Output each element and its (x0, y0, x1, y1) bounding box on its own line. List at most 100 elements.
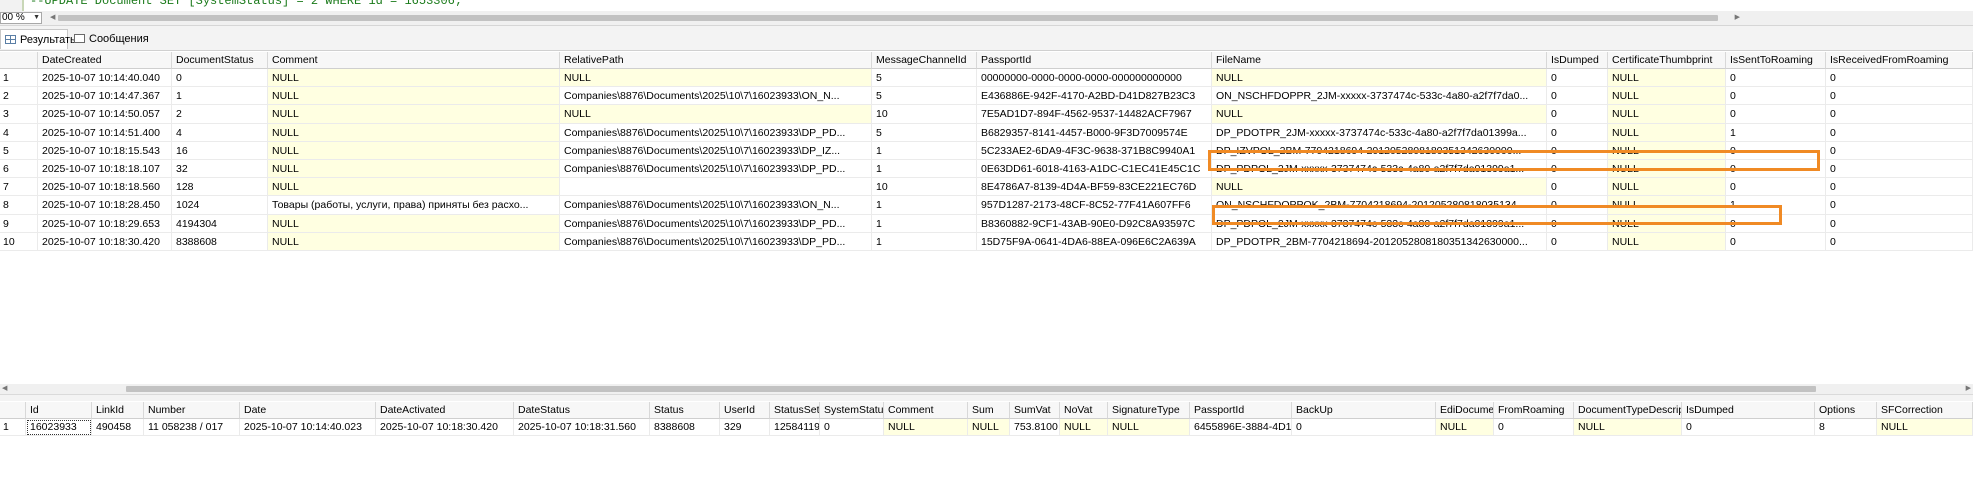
tab-results[interactable]: Результаты (0, 29, 78, 49)
grid-cell[interactable]: 0 (1547, 141, 1608, 160)
grid-cell[interactable]: NULL (1608, 196, 1726, 215)
query-editor[interactable]: --UPDATE Document SET [SystemStatus] = 2… (0, 0, 1973, 11)
grid-cell[interactable]: NULL (1608, 105, 1726, 124)
grid-cell[interactable]: 0 (1547, 232, 1608, 251)
grid-cell[interactable]: 1 (872, 232, 977, 251)
grid-cell[interactable]: 8E4786A7-8139-4D4A-BF59-83CE221EC76D (977, 178, 1212, 197)
grid-cell[interactable]: 2025-10-07 10:18:31.560 (514, 419, 650, 436)
grid-cell[interactable]: 0 (1826, 141, 1973, 160)
column-header[interactable]: Id (26, 402, 92, 419)
scrollbar-thumb[interactable] (126, 386, 1816, 392)
grid-cell[interactable]: Companies\8876\Documents\2025\10\7\16023… (560, 141, 872, 160)
grid-cell[interactable]: NULL (1212, 105, 1547, 124)
grid-cell[interactable]: 16 (172, 141, 268, 160)
grid-cell[interactable]: 329 (720, 419, 770, 436)
grid-cell[interactable]: 1 (1726, 123, 1826, 142)
grid-cell[interactable]: NULL (1212, 69, 1547, 88)
grid-cell[interactable]: 32 (172, 160, 268, 179)
grid-cell[interactable]: 5 (872, 123, 977, 142)
grid-cell[interactable]: 0 (1726, 87, 1826, 106)
grid-cell[interactable]: 2025-10-07 10:14:51.400 (38, 123, 172, 142)
grid-cell[interactable]: NULL (1212, 178, 1547, 197)
grid-cell[interactable]: 0 (1494, 419, 1574, 436)
column-header[interactable]: CertificateThumbprint (1608, 52, 1726, 69)
grid-cell[interactable]: Companies\8876\Documents\2025\10\7\16023… (560, 232, 872, 251)
row-number[interactable]: 6 (0, 160, 38, 179)
grid-cell[interactable]: Companies\8876\Documents\2025\10\7\16023… (560, 87, 872, 106)
grid-cell[interactable]: 6455896E-3884-4D11-A6B3-84458AEA5789 (1190, 419, 1292, 436)
grid-cell[interactable]: 1 (872, 160, 977, 179)
grid-cell[interactable]: 11 058238 / 017 (144, 419, 240, 436)
grid-cell[interactable]: 4 (172, 123, 268, 142)
column-header[interactable]: BackUp (1292, 402, 1436, 419)
grid-cell[interactable]: 0 (820, 419, 884, 436)
grid-cell[interactable]: 0 (1826, 214, 1973, 233)
column-header[interactable]: SystemStatus (820, 402, 884, 419)
grid-cell[interactable]: NULL (1608, 232, 1726, 251)
grid-cell[interactable]: 1024 (172, 196, 268, 215)
grid-cell[interactable]: 00000000-0000-0000-0000-000000000000 (977, 69, 1212, 88)
column-header[interactable]: PassportId (977, 52, 1212, 69)
grid-cell[interactable]: 490458 (92, 419, 144, 436)
scroll-right-icon[interactable]: ▶ (1966, 384, 1971, 394)
grid-cell[interactable]: 0 (1826, 160, 1973, 179)
grid-cell[interactable]: 10 (872, 105, 977, 124)
column-header[interactable]: DocumentStatus (172, 52, 268, 69)
grid-cell[interactable]: DP_PDPOL_2JM-xxxxx-3737474c-533c-4a80-a2… (1212, 214, 1547, 233)
grid-cell[interactable]: 0 (1547, 196, 1608, 215)
grid-cell[interactable]: 5C233AE2-6DA9-4F3C-9638-371B8C9940A1 (977, 141, 1212, 160)
grid-cell[interactable]: B6829357-8141-4457-B000-9F3D7009574E (977, 123, 1212, 142)
column-header[interactable]: IsDumped (1547, 52, 1608, 69)
grid-cell[interactable]: 0 (1292, 419, 1436, 436)
grid-cell[interactable]: Companies\8876\Documents\2025\10\7\16023… (560, 196, 872, 215)
grid-cell[interactable]: NULL (1608, 69, 1726, 88)
grid-cell[interactable]: NULL (560, 105, 872, 124)
row-number[interactable]: 9 (0, 214, 38, 233)
scroll-right-icon[interactable]: ▶ (1735, 13, 1740, 23)
grid-cell[interactable]: DP_PDPOL_2JM-xxxxx-3737474c-533c-4a80-a2… (1212, 160, 1547, 179)
grid-cell[interactable]: DP_IZVPOL_2BM-7704218694-201205280818035… (1212, 141, 1547, 160)
grid-splitter[interactable] (0, 394, 1973, 401)
grid-cell[interactable]: NULL (1608, 178, 1726, 197)
column-header[interactable]: DateCreated (38, 52, 172, 69)
column-header[interactable]: FileName (1212, 52, 1547, 69)
grid-cell[interactable]: Companies\8876\Documents\2025\10\7\16023… (560, 160, 872, 179)
column-header[interactable]: MessageChannelId (872, 52, 977, 69)
grid-cell[interactable]: 0 (1726, 178, 1826, 197)
grid-cell[interactable]: 8 (1815, 419, 1877, 436)
row-number-header[interactable] (0, 402, 26, 419)
grid-cell[interactable]: 2 (172, 105, 268, 124)
grid-cell[interactable]: 0 (1826, 123, 1973, 142)
grid-cell[interactable]: 0 (1826, 178, 1973, 197)
grid-cell[interactable]: 0 (1826, 196, 1973, 215)
grid-cell[interactable]: NULL (1436, 419, 1494, 436)
row-number[interactable]: 3 (0, 105, 38, 124)
row-number-header[interactable] (0, 52, 38, 69)
column-header[interactable]: DateStatus (514, 402, 650, 419)
grid-cell[interactable]: 0 (1547, 214, 1608, 233)
grid-cell[interactable]: 2025-10-07 10:18:30.420 (38, 232, 172, 251)
column-header[interactable]: Options (1815, 402, 1877, 419)
zoom-select[interactable]: 00 % ▼ (0, 12, 42, 24)
column-header[interactable]: Date (240, 402, 376, 419)
grid-cell[interactable]: 0 (1826, 69, 1973, 88)
grid-cell[interactable]: NULL (1060, 419, 1108, 436)
row-number[interactable]: 7 (0, 178, 38, 197)
column-header[interactable]: RelativePath (560, 52, 872, 69)
tab-messages[interactable]: Сообщения (70, 29, 176, 49)
row-number[interactable]: 10 (0, 232, 38, 251)
grid-cell[interactable]: 0 (1726, 105, 1826, 124)
row-number[interactable]: 1 (0, 69, 38, 88)
grid-cell[interactable]: 1 (172, 87, 268, 106)
grid-cell[interactable]: 2025-10-07 10:14:47.367 (38, 87, 172, 106)
grid-cell[interactable]: 0 (1547, 87, 1608, 106)
row-number[interactable]: 8 (0, 196, 38, 215)
grid-cell[interactable]: NULL (1608, 87, 1726, 106)
column-header[interactable]: NoVat (1060, 402, 1108, 419)
column-header[interactable]: Number (144, 402, 240, 419)
grid-cell[interactable]: E436886E-942F-4170-A2BD-D41D827B23C3 (977, 87, 1212, 106)
row-number[interactable]: 2 (0, 87, 38, 106)
grid-cell[interactable]: 128 (172, 178, 268, 197)
grid-cell[interactable]: NULL (1608, 123, 1726, 142)
column-header[interactable]: Comment (884, 402, 968, 419)
